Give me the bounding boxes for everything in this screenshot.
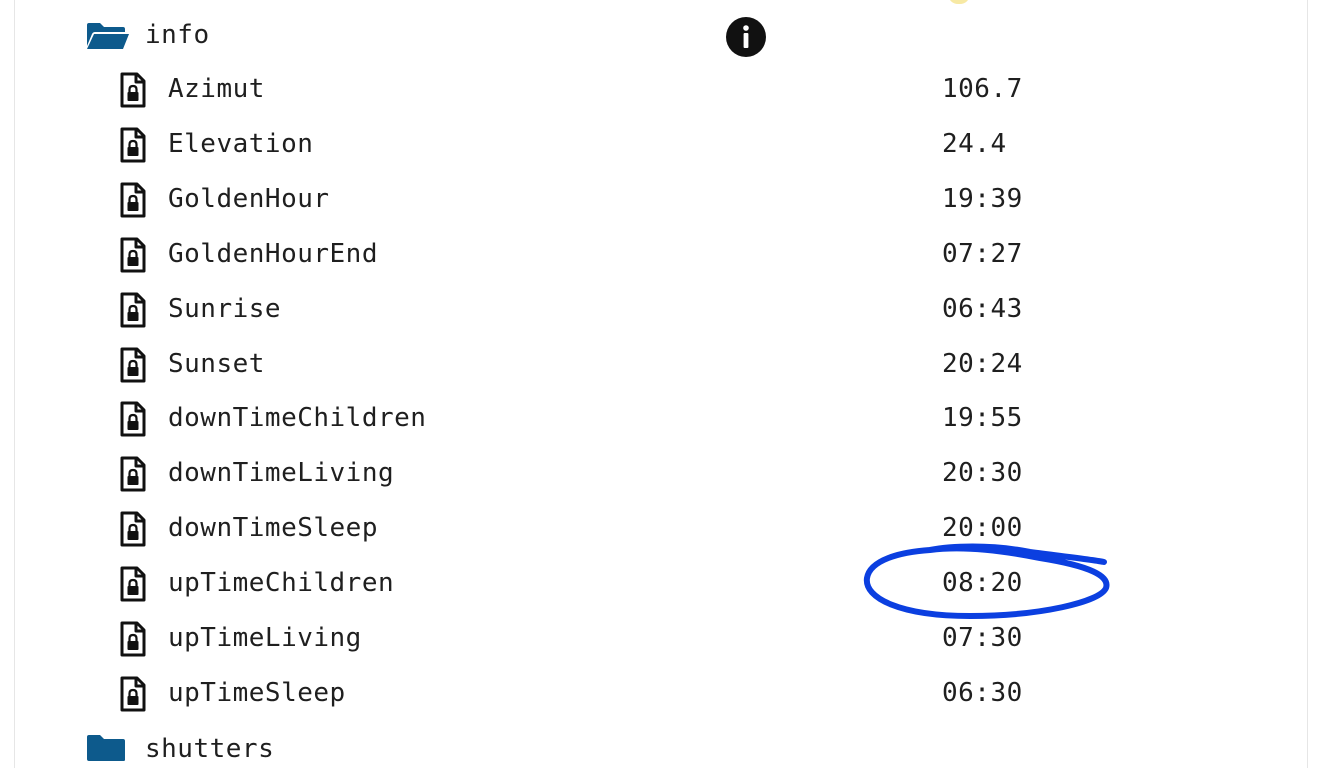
- item-value: 19:39: [942, 184, 1023, 214]
- folder-label-info: info: [145, 20, 210, 50]
- item-value: 20:24: [942, 349, 1023, 379]
- item-name: downTimeLiving: [168, 458, 395, 488]
- item-value: 20:00: [942, 513, 1023, 543]
- locked-file-icon: [120, 292, 146, 328]
- item-value: 19:55: [942, 403, 1023, 433]
- item-name: downTimeChildren: [168, 403, 427, 433]
- locked-file-icon: [120, 127, 146, 163]
- item-value: 08:20: [942, 568, 1023, 598]
- folder-closed-icon: [87, 735, 125, 761]
- tree-folder-info[interactable]: info: [0, 0, 1320, 57]
- tree-item-GoldenHour[interactable]: GoldenHour 19:39: [0, 182, 1320, 237]
- item-name: upTimeSleep: [168, 678, 346, 708]
- locked-file-icon: [120, 182, 146, 218]
- folder-label-shutters: shutters: [145, 734, 275, 764]
- tree-item-upTimeChildren[interactable]: upTimeChildren 08:20: [0, 566, 1320, 621]
- tree-item-upTimeLiving[interactable]: upTimeLiving 07:30: [0, 621, 1320, 676]
- tree-folder-shutters[interactable]: shutters: [0, 716, 1320, 768]
- item-name: upTimeLiving: [168, 623, 362, 653]
- folder-open-icon: [87, 23, 129, 49]
- item-name: Sunset: [168, 349, 265, 379]
- item-name: Azimut: [168, 74, 265, 104]
- item-name: GoldenHourEnd: [168, 239, 378, 269]
- locked-file-icon: [120, 566, 146, 602]
- tree-item-Sunrise[interactable]: Sunrise 06:43: [0, 292, 1320, 347]
- item-name: downTimeSleep: [168, 513, 378, 543]
- item-value: 24.4: [942, 129, 1007, 159]
- item-name: Elevation: [168, 129, 314, 159]
- item-value: 20:30: [942, 458, 1023, 488]
- locked-file-icon: [120, 237, 146, 273]
- tree-item-Sunset[interactable]: Sunset 20:24: [0, 347, 1320, 402]
- item-name: GoldenHour: [168, 184, 330, 214]
- locked-file-icon: [120, 621, 146, 657]
- locked-file-icon: [120, 511, 146, 547]
- locked-file-icon: [120, 72, 146, 108]
- item-value: 06:30: [942, 678, 1023, 708]
- locked-file-icon: [120, 676, 146, 712]
- locked-file-icon: [120, 456, 146, 492]
- tree-item-Azimut[interactable]: Azimut 106.7: [0, 72, 1320, 127]
- item-value: 07:27: [942, 239, 1023, 269]
- item-name: upTimeChildren: [168, 568, 395, 598]
- tree-item-downTimeChildren[interactable]: downTimeChildren 19:55: [0, 401, 1320, 456]
- item-value: 106.7: [942, 74, 1023, 104]
- locked-file-icon: [120, 347, 146, 383]
- item-value: 07:30: [942, 623, 1023, 653]
- tree-item-downTimeSleep[interactable]: downTimeSleep 20:00: [0, 511, 1320, 566]
- locked-file-icon: [120, 401, 146, 437]
- tree-item-Elevation[interactable]: Elevation 24.4: [0, 127, 1320, 182]
- item-value: 06:43: [942, 294, 1023, 324]
- tree-item-downTimeLiving[interactable]: downTimeLiving 20:30: [0, 456, 1320, 511]
- tree-item-GoldenHourEnd[interactable]: GoldenHourEnd 07:27: [0, 237, 1320, 292]
- info-icon[interactable]: [726, 17, 766, 57]
- item-name: Sunrise: [168, 294, 282, 324]
